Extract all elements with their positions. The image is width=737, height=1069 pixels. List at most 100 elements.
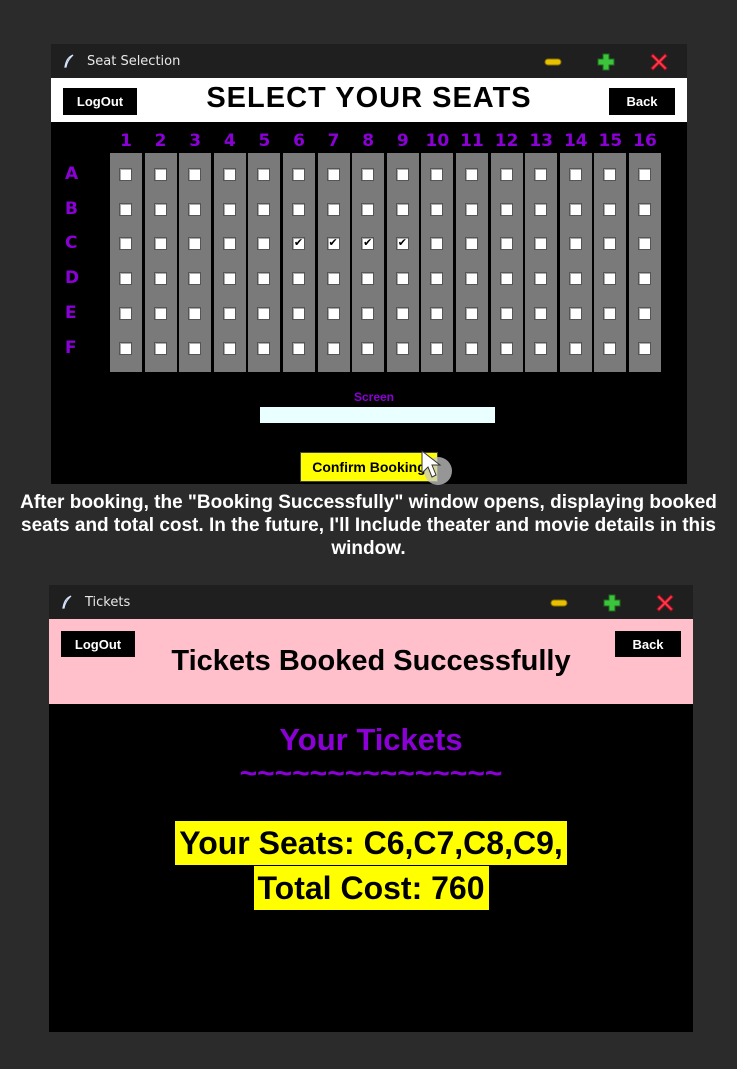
seat-checkbox-E12[interactable]	[499, 306, 513, 320]
seat-checkbox-B16[interactable]	[638, 202, 651, 216]
seat-checkbox-A5[interactable]	[257, 168, 271, 181]
seat-checkbox-A13[interactable]	[534, 168, 548, 181]
seat-checkbox-D4[interactable]	[222, 272, 236, 286]
seat-checkbox-E5[interactable]	[257, 306, 271, 320]
seat-checkbox-A3[interactable]	[188, 168, 202, 181]
seat-checkbox-A7[interactable]	[326, 168, 340, 181]
seat-checkbox-C15[interactable]	[603, 237, 617, 251]
back-button[interactable]: Back	[609, 88, 675, 115]
maximize-icon[interactable]	[596, 52, 616, 72]
seat-checkbox-E16[interactable]	[638, 306, 651, 320]
seat-checkbox-C4[interactable]	[222, 237, 236, 251]
seat-checkbox-A4[interactable]	[222, 168, 236, 181]
seat-checkbox-D10[interactable]	[430, 272, 444, 286]
seat-checkbox-F16[interactable]	[638, 341, 651, 355]
seat-checkbox-D8[interactable]	[361, 272, 375, 286]
seat-checkbox-C7[interactable]: ✔	[326, 237, 340, 251]
seat-checkbox-A6[interactable]	[292, 168, 305, 181]
seat-checkbox-E3[interactable]	[188, 306, 202, 320]
seat-checkbox-C11[interactable]	[465, 237, 478, 251]
close-icon[interactable]	[655, 593, 675, 613]
seat-checkbox-A14[interactable]	[568, 168, 582, 181]
seat-checkbox-A2[interactable]	[153, 168, 167, 181]
seat-checkbox-F4[interactable]	[222, 341, 236, 355]
seat-checkbox-C12[interactable]	[499, 237, 513, 251]
seat-checkbox-B14[interactable]	[568, 202, 582, 216]
seat-checkbox-B15[interactable]	[603, 202, 617, 216]
seat-checkbox-B13[interactable]	[534, 202, 548, 216]
seat-checkbox-F5[interactable]	[257, 341, 271, 355]
seat-checkbox-E8[interactable]	[361, 306, 375, 320]
seat-checkbox-C10[interactable]	[430, 237, 444, 251]
seat-checkbox-B2[interactable]	[153, 202, 167, 216]
seat-checkbox-D1[interactable]	[119, 272, 132, 286]
seat-checkbox-C14[interactable]	[568, 237, 582, 251]
seat-checkbox-F14[interactable]	[568, 341, 582, 355]
seat-checkbox-B12[interactable]	[499, 202, 513, 216]
seat-checkbox-B6[interactable]	[292, 202, 305, 216]
seat-checkbox-F15[interactable]	[603, 341, 617, 355]
seat-checkbox-D16[interactable]	[638, 272, 651, 286]
seat-checkbox-F6[interactable]	[292, 341, 305, 355]
minimize-icon[interactable]	[549, 593, 569, 613]
seat-checkbox-D12[interactable]	[499, 272, 513, 286]
seat-checkbox-D9[interactable]	[395, 272, 409, 286]
seat-checkbox-E7[interactable]	[326, 306, 340, 320]
seat-checkbox-B7[interactable]	[326, 202, 340, 216]
seat-checkbox-B8[interactable]	[361, 202, 375, 216]
seat-checkbox-F11[interactable]	[465, 341, 478, 355]
seat-checkbox-D15[interactable]	[603, 272, 617, 286]
seat-checkbox-F3[interactable]	[188, 341, 202, 355]
seat-checkbox-E9[interactable]	[395, 306, 409, 320]
seat-checkbox-C13[interactable]	[534, 237, 548, 251]
seat-checkbox-A10[interactable]	[430, 168, 444, 181]
seat-checkbox-A12[interactable]	[499, 168, 513, 181]
seat-checkbox-E6[interactable]	[292, 306, 305, 320]
seat-checkbox-F10[interactable]	[430, 341, 444, 355]
seat-checkbox-B3[interactable]	[188, 202, 202, 216]
back-button[interactable]: Back	[615, 631, 681, 657]
seat-checkbox-D2[interactable]	[153, 272, 167, 286]
seat-checkbox-C2[interactable]	[153, 237, 167, 251]
seat-checkbox-D7[interactable]	[326, 272, 340, 286]
seat-checkbox-F1[interactable]	[119, 341, 132, 355]
seat-checkbox-F12[interactable]	[499, 341, 513, 355]
seat-checkbox-D11[interactable]	[465, 272, 478, 286]
seat-checkbox-C5[interactable]	[257, 237, 271, 251]
seat-checkbox-A11[interactable]	[465, 168, 478, 181]
seat-checkbox-F7[interactable]	[326, 341, 340, 355]
close-icon[interactable]	[649, 52, 669, 72]
seat-checkbox-C9[interactable]: ✔	[395, 237, 409, 251]
seat-checkbox-D13[interactable]	[534, 272, 548, 286]
seat-checkbox-A1[interactable]	[119, 168, 132, 181]
seat-checkbox-B1[interactable]	[119, 202, 132, 216]
seat-checkbox-E1[interactable]	[119, 306, 132, 320]
seat-checkbox-D6[interactable]	[292, 272, 305, 286]
seat-checkbox-B9[interactable]	[395, 202, 409, 216]
seat-checkbox-A16[interactable]	[638, 168, 651, 181]
seat-checkbox-B10[interactable]	[430, 202, 444, 216]
seat-checkbox-F9[interactable]	[395, 341, 409, 355]
seat-checkbox-C16[interactable]	[638, 237, 651, 251]
seat-checkbox-C3[interactable]	[188, 237, 202, 251]
seat-checkbox-D5[interactable]	[257, 272, 271, 286]
seat-checkbox-C6[interactable]: ✔	[292, 237, 305, 251]
seat-checkbox-E10[interactable]	[430, 306, 444, 320]
seat-checkbox-A8[interactable]	[361, 168, 375, 181]
seat-checkbox-B11[interactable]	[465, 202, 478, 216]
seat-checkbox-E2[interactable]	[153, 306, 167, 320]
seat-checkbox-E13[interactable]	[534, 306, 548, 320]
seat-checkbox-C8[interactable]: ✔	[361, 237, 375, 251]
seat-checkbox-D14[interactable]	[568, 272, 582, 286]
seat-checkbox-B4[interactable]	[222, 202, 236, 216]
seat-checkbox-E15[interactable]	[603, 306, 617, 320]
seat-checkbox-A15[interactable]	[603, 168, 617, 181]
minimize-icon[interactable]	[543, 52, 563, 72]
seat-checkbox-E14[interactable]	[568, 306, 582, 320]
logout-button[interactable]: LogOut	[63, 88, 137, 115]
seat-checkbox-E4[interactable]	[222, 306, 236, 320]
seat-checkbox-F2[interactable]	[153, 341, 167, 355]
seat-checkbox-F13[interactable]	[534, 341, 548, 355]
seat-checkbox-F8[interactable]	[361, 341, 375, 355]
seat-checkbox-A9[interactable]	[395, 168, 409, 181]
